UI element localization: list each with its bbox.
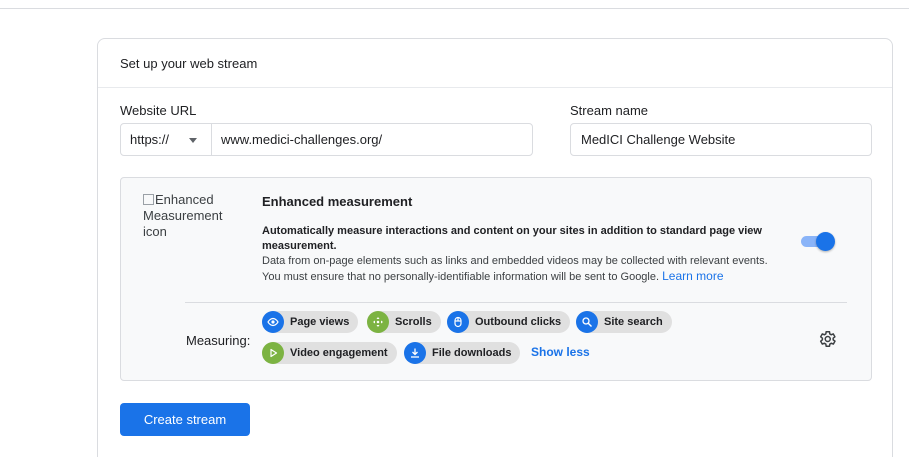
enhanced-measurement-toggle[interactable]	[801, 231, 835, 251]
chip-label: Outbound clicks	[475, 316, 562, 328]
enhanced-measurement-icon: Enhanced Measurement icon	[143, 192, 235, 240]
create-stream-button[interactable]: Create stream	[120, 403, 250, 436]
toggle-thumb	[816, 232, 835, 251]
web-stream-card: Set up your web stream Website URL Strea…	[97, 38, 893, 457]
stream-name-input[interactable]	[570, 123, 872, 156]
eye-icon	[262, 311, 284, 333]
scroll-arrows-icon	[367, 311, 389, 333]
enhanced-measurement-panel: Enhanced Measurement icon Enhanced measu…	[120, 177, 872, 381]
chip-scrolls[interactable]: Scrolls	[367, 311, 441, 333]
stream-name-label: Stream name	[570, 103, 649, 118]
protocol-select[interactable]: https://	[120, 123, 212, 156]
chip-label: Page views	[290, 316, 350, 328]
description-line-3: You must ensure that no personally-ident…	[262, 271, 660, 283]
protocol-value: https://	[130, 132, 170, 147]
learn-more-link[interactable]: Learn more	[662, 269, 723, 283]
card-divider	[98, 87, 892, 88]
mouse-icon	[447, 311, 469, 333]
show-less-link[interactable]: Show less	[531, 345, 590, 359]
card-title: Set up your web stream	[120, 56, 258, 71]
website-url-label: Website URL	[120, 103, 197, 118]
enhanced-measurement-icon-alt: Enhanced Measurement icon	[143, 192, 223, 239]
broken-image-icon	[143, 194, 154, 205]
enhanced-measurement-title: Enhanced measurement	[262, 194, 413, 209]
chip-site-search[interactable]: Site search	[576, 311, 672, 333]
description-line-2: Data from on-page elements such as links…	[262, 255, 768, 267]
enhanced-measurement-description: Automatically measure interactions and c…	[262, 224, 787, 285]
chip-page-views[interactable]: Page views	[262, 311, 359, 333]
dropdown-arrow-icon	[189, 138, 197, 143]
chip-video-engagement[interactable]: Video engagement	[262, 342, 397, 364]
chip-label: Video engagement	[290, 347, 388, 359]
chip-outbound-clicks[interactable]: Outbound clicks	[447, 311, 571, 333]
chip-file-downloads[interactable]: File downloads	[404, 342, 521, 364]
gear-icon[interactable]	[817, 329, 837, 349]
chip-label: Site search	[604, 316, 663, 328]
download-icon	[404, 342, 426, 364]
play-icon	[262, 342, 284, 364]
search-icon	[576, 311, 598, 333]
top-divider	[0, 8, 909, 9]
chip-label: File downloads	[432, 347, 512, 359]
measuring-divider	[185, 302, 847, 303]
description-bold: Automatically measure interactions and c…	[262, 225, 762, 252]
measuring-label: Measuring:	[186, 333, 251, 348]
chip-label: Scrolls	[395, 316, 432, 328]
website-url-input[interactable]	[211, 123, 533, 156]
